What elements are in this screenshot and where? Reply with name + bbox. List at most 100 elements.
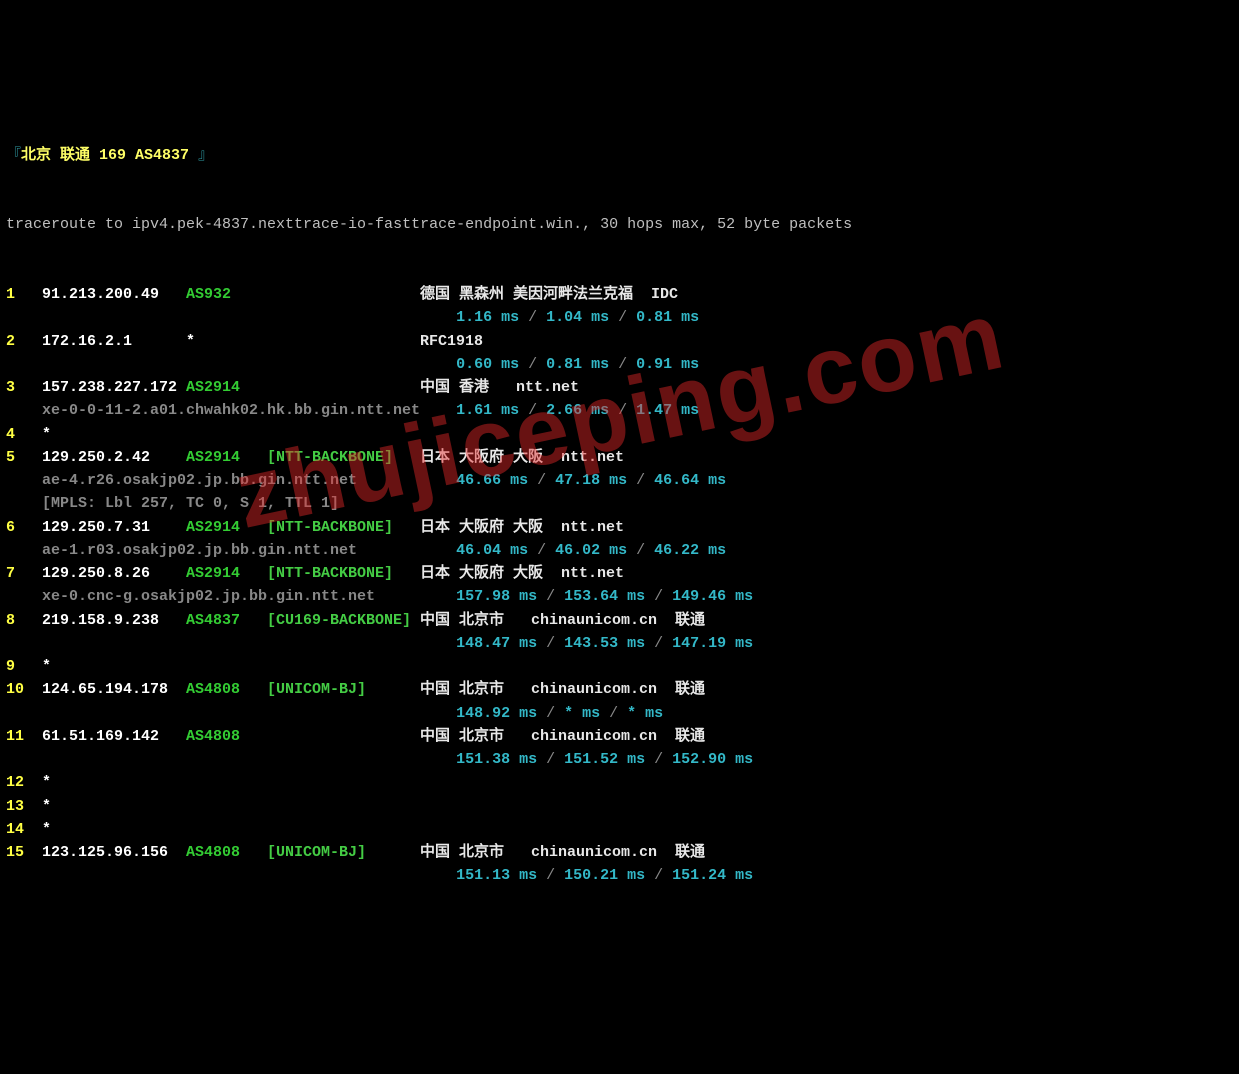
hop-row: 10124.65.194.178AS4808[UNICOM-BJ]中国 北京市 … — [6, 678, 1233, 701]
hop-ip: 91.213.200.49 — [42, 283, 186, 306]
hop-ip: 129.250.2.42 — [42, 446, 186, 469]
hop-rdns: xe-0-0-11-2.a01.chwahk02.hk.bb.gin.ntt.n… — [42, 399, 456, 422]
hop-location: 中国 北京市 chinaunicom.cn 联通 — [420, 728, 705, 745]
hop-number: 5 — [6, 446, 42, 469]
rtt-sep: / — [537, 588, 564, 605]
hop-ip: 172.16.2.1 — [42, 330, 186, 353]
hop-ip: 129.250.8.26 — [42, 562, 186, 585]
hop-asn: AS2914 — [186, 516, 267, 539]
hop-location: RFC1918 — [420, 333, 483, 350]
hop-detail-row: 151.13 ms / 150.21 ms / 151.24 ms — [6, 864, 1233, 887]
hop-timeout-star: * — [42, 426, 51, 443]
hop-rtt-1: 151.13 ms — [456, 867, 537, 884]
hop-mpls: [MPLS: Lbl 257, TC 0, S 1, TTL 1] — [42, 495, 339, 512]
rtt-sep: / — [537, 867, 564, 884]
hop-number: 12 — [6, 771, 42, 794]
hop-rtt-3: * ms — [627, 705, 663, 722]
hop-detail-row: ae-4.r26.osakjp02.jp.bb.gin.ntt.net46.66… — [6, 469, 1233, 492]
hop-detail-row: 0.60 ms / 0.81 ms / 0.91 ms — [6, 353, 1233, 376]
hop-location: 中国 香港 ntt.net — [420, 379, 579, 396]
hop-rtt-1: 157.98 ms — [456, 588, 537, 605]
hop-location: 中国 北京市 chinaunicom.cn 联通 — [420, 681, 705, 698]
header-bracket-left: 『 — [6, 147, 21, 164]
hop-location: 中国 北京市 chinaunicom.cn 联通 — [420, 612, 705, 629]
hop-number: 4 — [6, 423, 42, 446]
hop-number: 14 — [6, 818, 42, 841]
hop-rtt-2: 153.64 ms — [564, 588, 645, 605]
hop-number: 3 — [6, 376, 42, 399]
hop-row: 6129.250.7.31AS2914[NTT-BACKBONE]日本 大阪府 … — [6, 516, 1233, 539]
hop-row-timeout: 9* — [6, 655, 1233, 678]
hop-number: 13 — [6, 795, 42, 818]
hop-rtt-3: 147.19 ms — [672, 635, 753, 652]
hop-rtt-2: 150.21 ms — [564, 867, 645, 884]
hop-rtt-2: * ms — [564, 705, 600, 722]
rtt-sep: / — [609, 402, 636, 419]
hop-number: 6 — [6, 516, 42, 539]
hop-location: 中国 北京市 chinaunicom.cn 联通 — [420, 844, 705, 861]
hop-rtt-2: 143.53 ms — [564, 635, 645, 652]
rtt-sep: / — [537, 751, 564, 768]
hop-rtt-3: 0.91 ms — [636, 356, 699, 373]
hop-rtt-3: 152.90 ms — [672, 751, 753, 768]
header-label: 北京 联通 — [21, 147, 99, 164]
hop-asn: * — [186, 330, 267, 353]
hop-detail-row: 1.16 ms / 1.04 ms / 0.81 ms — [6, 306, 1233, 329]
hop-row: 5129.250.2.42AS2914[NTT-BACKBONE]日本 大阪府 … — [6, 446, 1233, 469]
hop-row: 191.213.200.49AS932 德国 黑森州 美因河畔法兰克福 IDC — [6, 283, 1233, 306]
hop-detail-row: 148.47 ms / 143.53 ms / 147.19 ms — [6, 632, 1233, 655]
rtt-sep: / — [627, 542, 654, 559]
hop-row-timeout: 12* — [6, 771, 1233, 794]
rtt-sep: / — [537, 705, 564, 722]
hop-asn: AS932 — [186, 283, 267, 306]
traceroute-command: traceroute to ipv4.pek-4837.nexttrace-io… — [6, 213, 1233, 236]
hop-number: 11 — [6, 725, 42, 748]
hop-asn: AS2914 — [186, 562, 267, 585]
hop-ip: 61.51.169.142 — [42, 725, 186, 748]
header-asn: AS4837 — [135, 147, 189, 164]
hop-ip: 123.125.96.156 — [42, 841, 186, 864]
hop-rtt-3: 46.64 ms — [654, 472, 726, 489]
rtt-sep: / — [645, 867, 672, 884]
rtt-sep: / — [519, 309, 546, 326]
hop-rtt-2: 0.81 ms — [546, 356, 609, 373]
hop-mpls-row: [MPLS: Lbl 257, TC 0, S 1, TTL 1] — [6, 492, 1233, 515]
hop-rtt-1: 0.60 ms — [456, 356, 519, 373]
rtt-sep: / — [519, 356, 546, 373]
hop-ip: 219.158.9.238 — [42, 609, 186, 632]
hop-rtt-1: 148.92 ms — [456, 705, 537, 722]
rtt-sep: / — [528, 472, 555, 489]
hop-detail-row: 148.92 ms / * ms / * ms — [6, 702, 1233, 725]
hop-rdns: ae-1.r03.osakjp02.jp.bb.gin.ntt.net — [42, 539, 456, 562]
hop-org: [NTT-BACKBONE] — [267, 446, 420, 469]
hop-asn: AS2914 — [186, 446, 267, 469]
rtt-sep: / — [537, 635, 564, 652]
hop-rtt-2: 47.18 ms — [555, 472, 627, 489]
hop-number: 2 — [6, 330, 42, 353]
hop-location: 日本 大阪府 大阪 ntt.net — [420, 565, 624, 582]
hop-rtt-3: 46.22 ms — [654, 542, 726, 559]
hop-number: 10 — [6, 678, 42, 701]
rtt-sep: / — [528, 542, 555, 559]
hop-ip: 157.238.227.172 — [42, 376, 186, 399]
hop-rtt-3: 0.81 ms — [636, 309, 699, 326]
hop-org: [UNICOM-BJ] — [267, 678, 420, 701]
rtt-sep: / — [609, 309, 636, 326]
hop-rdns: xe-0.cnc-g.osakjp02.jp.bb.gin.ntt.net — [42, 585, 456, 608]
rtt-sep: / — [627, 472, 654, 489]
hop-rtt-3: 149.46 ms — [672, 588, 753, 605]
hop-rtt-1: 151.38 ms — [456, 751, 537, 768]
hop-location: 日本 大阪府 大阪 ntt.net — [420, 519, 624, 536]
rtt-sep: / — [519, 402, 546, 419]
hop-rtt-2: 1.04 ms — [546, 309, 609, 326]
hop-row-timeout: 14* — [6, 818, 1233, 841]
hop-location: 德国 黑森州 美因河畔法兰克福 IDC — [420, 286, 678, 303]
hop-row: 1161.51.169.142AS4808中国 北京市 chinaunicom.… — [6, 725, 1233, 748]
hop-number: 7 — [6, 562, 42, 585]
header-code: 169 — [99, 147, 135, 164]
hop-detail-row: xe-0.cnc-g.osakjp02.jp.bb.gin.ntt.net157… — [6, 585, 1233, 608]
hop-asn: AS4837 — [186, 609, 267, 632]
rtt-sep: / — [600, 705, 627, 722]
hop-number: 1 — [6, 283, 42, 306]
hop-number: 9 — [6, 655, 42, 678]
